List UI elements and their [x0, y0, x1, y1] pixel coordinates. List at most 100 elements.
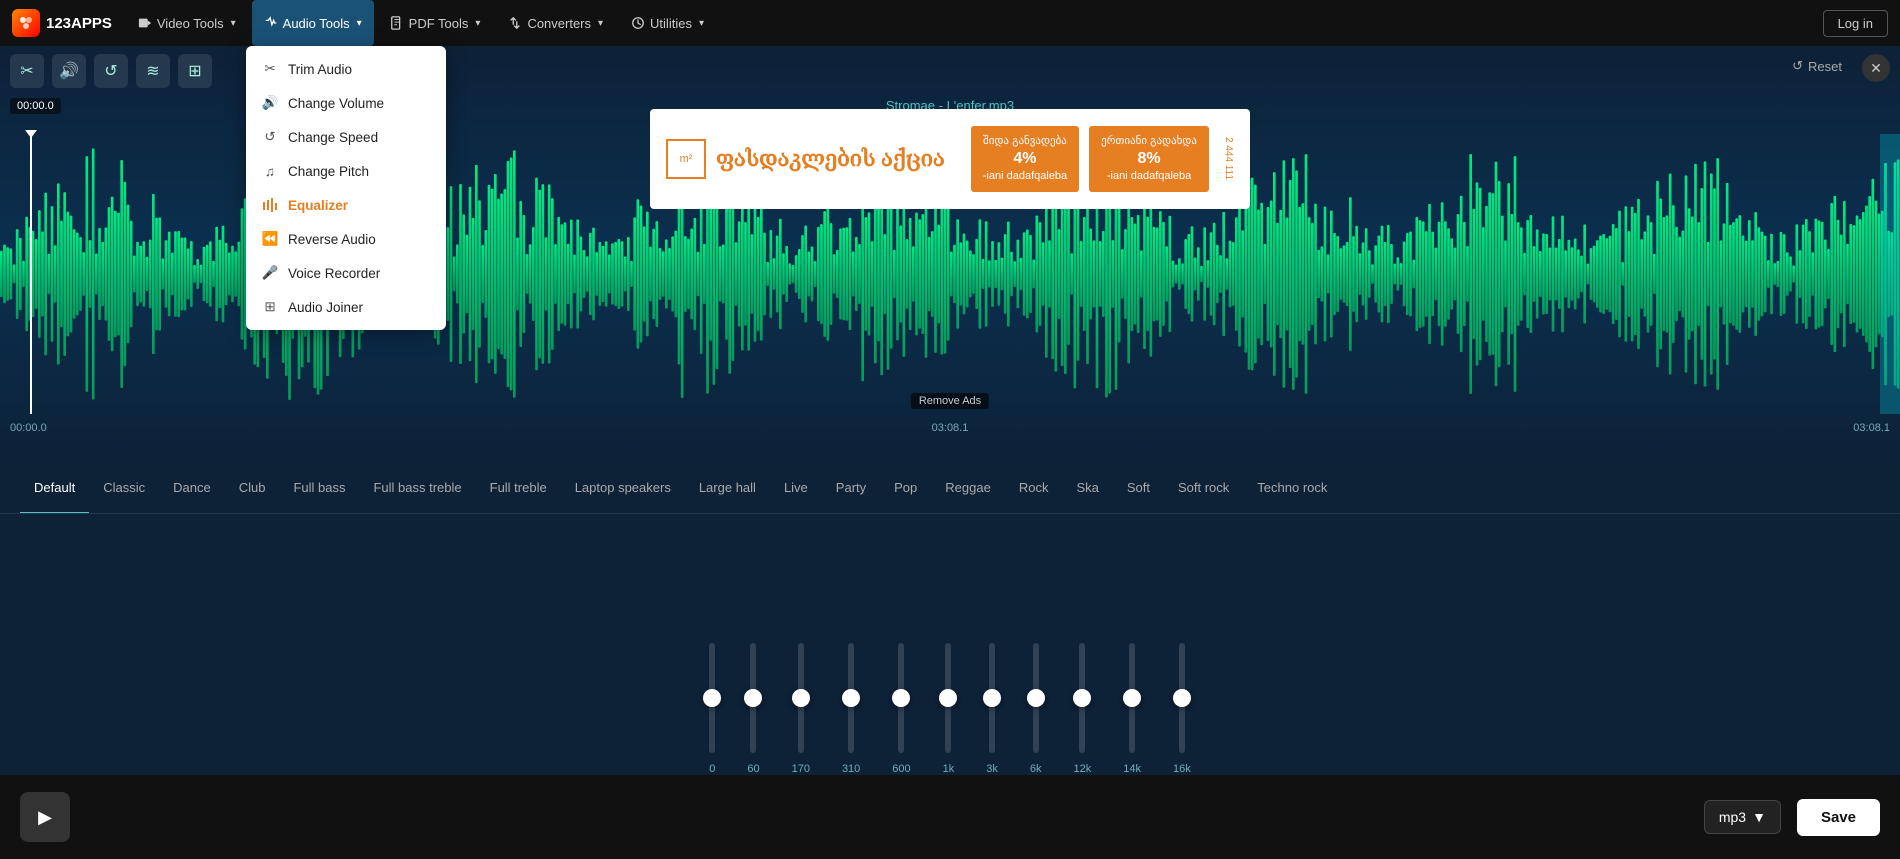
- time-end: 03:08.1: [1853, 422, 1890, 434]
- slider-thumb-3[interactable]: [842, 689, 860, 707]
- eq-slider-col-5: 1k: [943, 643, 955, 775]
- slider-thumb-7[interactable]: [1027, 689, 1045, 707]
- eq-tab-full_bass[interactable]: Full bass: [279, 464, 359, 514]
- eq-tab-soft[interactable]: Soft: [1113, 464, 1164, 514]
- nav-utilities[interactable]: Utilities ▾: [619, 0, 716, 46]
- slider-track-7[interactable]: [1033, 643, 1039, 753]
- slider-thumb-2[interactable]: [792, 689, 810, 707]
- close-button[interactable]: ✕: [1862, 54, 1890, 82]
- eq-tab-techno_rock[interactable]: Techno rock: [1243, 464, 1341, 514]
- eq-slider-col-0: 0: [709, 643, 715, 775]
- waveform-button[interactable]: ≋: [136, 54, 170, 88]
- slider-track-2[interactable]: [798, 643, 804, 753]
- undo-button[interactable]: ↺: [94, 54, 128, 88]
- eq-tab-dance[interactable]: Dance: [159, 464, 225, 514]
- login-button[interactable]: Log in: [1823, 10, 1888, 37]
- slider-label-8: 12k: [1074, 763, 1092, 775]
- slider-track-0[interactable]: [709, 643, 715, 753]
- slider-track-9[interactable]: [1129, 643, 1135, 753]
- playhead[interactable]: [30, 134, 32, 414]
- logo[interactable]: 123APPS: [12, 9, 112, 37]
- remove-ads-button[interactable]: Remove Ads: [911, 393, 989, 409]
- equalizer-icon: [262, 197, 278, 213]
- dropdown-equalizer[interactable]: Equalizer: [246, 188, 446, 222]
- dropdown-audio-joiner[interactable]: ⊞ Audio Joiner: [246, 290, 446, 324]
- slider-label-6: 3k: [986, 763, 998, 775]
- eq-tab-classic[interactable]: Classic: [89, 464, 159, 514]
- reverse-icon: ⏪: [262, 231, 278, 247]
- pdf-tools-chevron: ▾: [475, 18, 480, 29]
- nav-converters[interactable]: Converters ▾: [496, 0, 615, 46]
- slider-thumb-1[interactable]: [744, 689, 762, 707]
- reset-button[interactable]: ↺ Reset: [1784, 54, 1850, 78]
- logo-text: 123APPS: [46, 15, 112, 32]
- eq-tab-rock[interactable]: Rock: [1005, 464, 1063, 514]
- eq-slider-col-8: 12k: [1074, 643, 1092, 775]
- play-button[interactable]: ▶: [20, 792, 70, 842]
- volume-button[interactable]: 🔊: [52, 54, 86, 88]
- cut-button[interactable]: ✂: [10, 54, 44, 88]
- slider-label-4: 600: [892, 763, 910, 775]
- time-mid: 03:08.1: [932, 422, 969, 434]
- slider-track-5[interactable]: [945, 643, 951, 753]
- ad-side-text: 2 444 111: [1219, 137, 1234, 180]
- time-start: 00:00.0: [10, 422, 47, 434]
- slider-track-10[interactable]: [1179, 643, 1185, 753]
- eq-tab-live[interactable]: Live: [770, 464, 822, 514]
- dropdown-change-speed[interactable]: ↺ Change Speed: [246, 120, 446, 154]
- ad-banner: m² ფასდაკლების აქცია შიდა განვადება 4% -…: [650, 109, 1250, 209]
- save-button[interactable]: Save: [1797, 799, 1880, 836]
- dropdown-change-pitch[interactable]: ♫ Change Pitch: [246, 154, 446, 188]
- slider-label-1: 60: [747, 763, 759, 775]
- eq-tab-full_bass_treble[interactable]: Full bass treble: [359, 464, 475, 514]
- eq-tab-soft_rock[interactable]: Soft rock: [1164, 464, 1243, 514]
- reset-icon: ↺: [1792, 58, 1803, 74]
- slider-track-1[interactable]: [750, 643, 756, 753]
- slider-thumb-10[interactable]: [1173, 689, 1191, 707]
- eq-tab-large_hall[interactable]: Large hall: [685, 464, 770, 514]
- dropdown-voice-recorder[interactable]: 🎤 Voice Recorder: [246, 256, 446, 290]
- speed-icon: ↺: [262, 129, 278, 145]
- eq-tab-club[interactable]: Club: [225, 464, 280, 514]
- nav-audio-tools[interactable]: Audio Tools ▾: [252, 0, 374, 46]
- ad-box-1: შიდა განვადება 4% -iani dadafqaleba: [971, 126, 1079, 191]
- converters-chevron: ▾: [598, 18, 603, 29]
- pitch-icon: ♫: [262, 163, 278, 179]
- slider-track-3[interactable]: [848, 643, 854, 753]
- dropdown-trim-audio[interactable]: ✂ Trim Audio: [246, 52, 446, 86]
- eq-tab-party[interactable]: Party: [822, 464, 880, 514]
- slider-track-6[interactable]: [989, 643, 995, 753]
- slider-label-3: 310: [842, 763, 860, 775]
- slider-thumb-4[interactable]: [892, 689, 910, 707]
- equalizer-section: DefaultClassicDanceClubFull bassFull bas…: [0, 464, 1900, 775]
- eq-tab-reggae[interactable]: Reggae: [931, 464, 1005, 514]
- eq-tab-ska[interactable]: Ska: [1062, 464, 1112, 514]
- eq-tab-pop[interactable]: Pop: [880, 464, 931, 514]
- settings-button[interactable]: ⊞: [178, 54, 212, 88]
- logo-icon: [12, 9, 40, 37]
- joiner-icon: ⊞: [262, 299, 278, 315]
- volume-icon: 🔊: [262, 95, 278, 111]
- nav-video-tools[interactable]: Video Tools ▾: [126, 0, 248, 46]
- video-tools-chevron: ▾: [231, 18, 236, 29]
- eq-tab-default[interactable]: Default: [20, 464, 89, 514]
- slider-track-8[interactable]: [1079, 643, 1085, 753]
- time-badge: 00:00.0: [10, 98, 61, 114]
- slider-thumb-5[interactable]: [939, 689, 957, 707]
- slider-thumb-9[interactable]: [1123, 689, 1141, 707]
- dropdown-change-volume[interactable]: 🔊 Change Volume: [246, 86, 446, 120]
- slider-track-4[interactable]: [898, 643, 904, 753]
- utilities-chevron: ▾: [699, 18, 704, 29]
- nav-pdf-tools[interactable]: PDF Tools ▾: [378, 0, 493, 46]
- eq-slider-col-6: 3k: [986, 643, 998, 775]
- slider-thumb-6[interactable]: [983, 689, 1001, 707]
- top-navbar: 123APPS Video Tools ▾ Audio Tools ▾ PDF …: [0, 0, 1900, 46]
- eq-slider-col-7: 6k: [1030, 643, 1042, 775]
- slider-thumb-8[interactable]: [1073, 689, 1091, 707]
- dropdown-reverse-audio[interactable]: ⏪ Reverse Audio: [246, 222, 446, 256]
- eq-tab-laptop[interactable]: Laptop speakers: [561, 464, 685, 514]
- eq-slider-col-1: 60: [747, 643, 759, 775]
- slider-thumb-0[interactable]: [703, 689, 721, 707]
- eq-tab-full_treble[interactable]: Full treble: [476, 464, 561, 514]
- format-select[interactable]: mp3 ▼: [1704, 800, 1781, 834]
